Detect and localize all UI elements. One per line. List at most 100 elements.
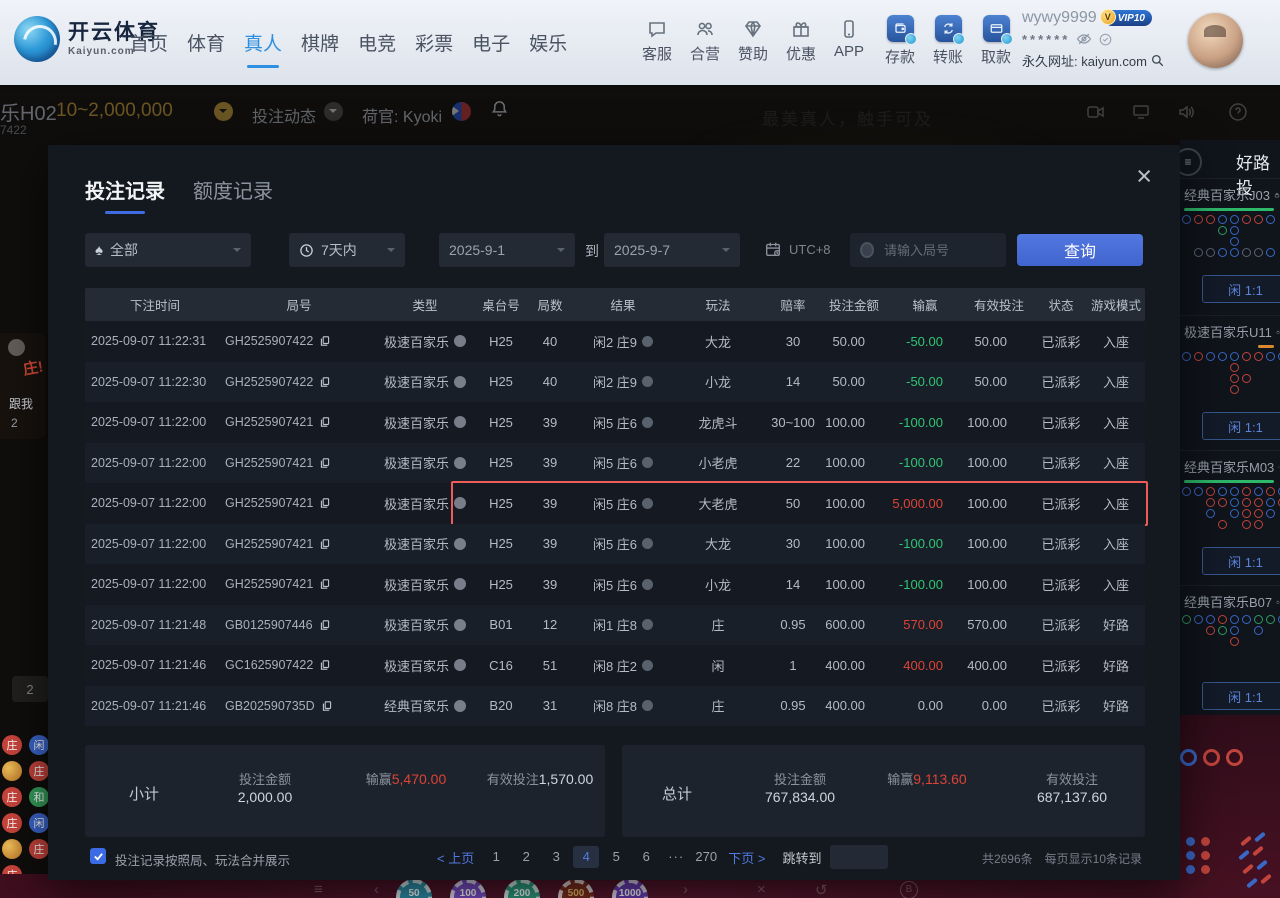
cell-play-type: 大龙 (671, 534, 765, 553)
avatar[interactable] (1188, 13, 1243, 68)
support-link[interactable]: 客服 (641, 19, 673, 64)
cell-game-mode: 入座 (1087, 453, 1145, 472)
date-to-select[interactable]: 2025-9-7 (604, 233, 740, 267)
sticker-figure (8, 339, 25, 356)
info-icon[interactable] (642, 538, 653, 549)
copy-icon[interactable] (319, 538, 331, 550)
close-icon[interactable]: × (1136, 163, 1152, 190)
page-number[interactable]: 270 (693, 846, 719, 868)
promo-link[interactable]: 优惠 (785, 19, 817, 64)
quick-bet-button[interactable]: 闲 1:1 (1202, 682, 1280, 710)
nav-item[interactable]: 体育 (185, 29, 227, 56)
lock-icon (1274, 190, 1280, 200)
transfer-icon (935, 15, 962, 42)
nav-item[interactable]: 娱乐 (527, 29, 569, 56)
cell-bet-amount: 400.00 (821, 658, 887, 673)
panel-collapse-icon[interactable]: ≡ (1180, 148, 1202, 176)
info-icon[interactable] (642, 417, 653, 428)
info-icon[interactable] (642, 660, 653, 671)
chip-scroll-right-icon[interactable]: › (683, 881, 688, 898)
subtotal-bet-label: 投注金额 (239, 772, 291, 787)
partner-link[interactable]: 合营 (689, 19, 721, 64)
chip-scroll-left-icon[interactable]: ‹ (374, 881, 379, 898)
casino-chip[interactable]: 100 (450, 879, 486, 898)
transfer-button[interactable]: 转账 (932, 15, 964, 67)
info-icon[interactable] (642, 619, 653, 630)
prev-page-button[interactable]: < 上页 (437, 848, 474, 867)
withdraw-button[interactable]: 取款 (980, 15, 1012, 67)
next-page-button[interactable]: 下页 > (728, 848, 765, 867)
cell-game-mode: 入座 (1087, 494, 1145, 513)
page-number[interactable]: 6 (633, 846, 659, 868)
casino-chip[interactable]: 200 (504, 879, 540, 898)
search-button[interactable]: 查询 (1017, 234, 1143, 266)
table-body: 2025-09-07 11:22:31 GH2525907422 极速百家乐 H… (85, 321, 1145, 726)
cancel-bet-icon[interactable]: × (757, 881, 766, 898)
info-icon[interactable] (642, 700, 653, 711)
subtotal-label: 小计 (129, 783, 159, 804)
copy-icon[interactable] (319, 619, 331, 631)
cell-game-mode: 入座 (1087, 332, 1145, 351)
road-badge: 闲 (29, 735, 49, 755)
clock-icon (299, 243, 314, 258)
page-number[interactable]: 3 (543, 846, 569, 868)
search-icon[interactable] (1150, 53, 1165, 68)
sponsor-link[interactable]: 赞助 (737, 19, 769, 64)
info-icon[interactable] (642, 336, 653, 347)
cell-round-id: GH2525907421 (225, 577, 373, 591)
casino-chip[interactable]: 500 (558, 879, 594, 898)
info-icon[interactable] (642, 498, 653, 509)
copy-icon[interactable] (319, 376, 331, 388)
masked-balance: ****** (1022, 32, 1070, 47)
nav-item[interactable]: 首页 (128, 29, 170, 56)
subtotal-bet-value: 2,000.00 (238, 789, 293, 805)
info-icon[interactable] (642, 579, 653, 590)
date-range-select[interactable]: 7天内 (289, 233, 405, 267)
copy-icon[interactable] (319, 457, 331, 469)
copy-icon[interactable] (319, 497, 331, 509)
quick-bet-button[interactable]: 闲 1:1 (1202, 275, 1280, 303)
quick-bet-button[interactable]: 闲 1:1 (1202, 412, 1280, 440)
nav-item[interactable]: 电竞 (356, 29, 398, 56)
deposit-button[interactable]: 存款 (884, 15, 916, 67)
withdraw-icon (983, 15, 1010, 42)
merge-checkbox[interactable] (90, 848, 106, 864)
nav-item[interactable]: 彩票 (413, 29, 455, 56)
page-number[interactable]: 5 (603, 846, 629, 868)
round-input[interactable] (882, 242, 996, 259)
nav-item[interactable]: 棋牌 (299, 29, 341, 56)
cell-game-mode: 好路 (1087, 656, 1145, 675)
copy-icon[interactable] (319, 416, 331, 428)
nav-item[interactable]: 真人 (242, 29, 284, 56)
bet-list-icon[interactable]: ≡ (314, 881, 323, 898)
copy-icon[interactable] (319, 659, 331, 671)
undo-icon[interactable]: ↺ (815, 881, 828, 898)
chevron-down-icon (233, 248, 241, 256)
casino-chip[interactable]: 50 (396, 879, 432, 898)
game-type-select[interactable]: ♠ 全部 (85, 233, 251, 267)
casino-chip[interactable]: 1000 (612, 879, 648, 898)
date-from-select[interactable]: 2025-9-1 (439, 233, 575, 267)
page-number[interactable]: 1 (483, 846, 509, 868)
total-label: 总计 (662, 783, 692, 804)
copy-icon[interactable] (319, 335, 331, 347)
nav-item[interactable]: 电子 (470, 29, 512, 56)
cell-game-type: 极速百家乐 (373, 372, 477, 391)
page-number[interactable]: 4 (573, 846, 599, 868)
tab-quota-records[interactable]: 额度记录 (193, 175, 273, 214)
tab-bet-records[interactable]: 投注记录 (85, 175, 165, 214)
info-icon[interactable] (642, 457, 653, 468)
cell-round-no: 39 (525, 496, 575, 511)
eye-off-icon[interactable] (1076, 31, 1092, 47)
refresh-balance-icon[interactable] (1098, 32, 1113, 47)
copy-icon[interactable] (321, 700, 333, 712)
app-link[interactable]: APP (833, 19, 865, 64)
rebet-icon[interactable]: B (900, 881, 918, 898)
page-number[interactable]: 2 (513, 846, 539, 868)
jump-input[interactable] (830, 845, 888, 869)
cell-status: 已派彩 (1035, 494, 1087, 513)
page-number[interactable]: ··· (663, 846, 689, 868)
quick-bet-button[interactable]: 闲 1:1 (1202, 547, 1280, 575)
copy-icon[interactable] (319, 578, 331, 590)
info-icon[interactable] (642, 376, 653, 387)
